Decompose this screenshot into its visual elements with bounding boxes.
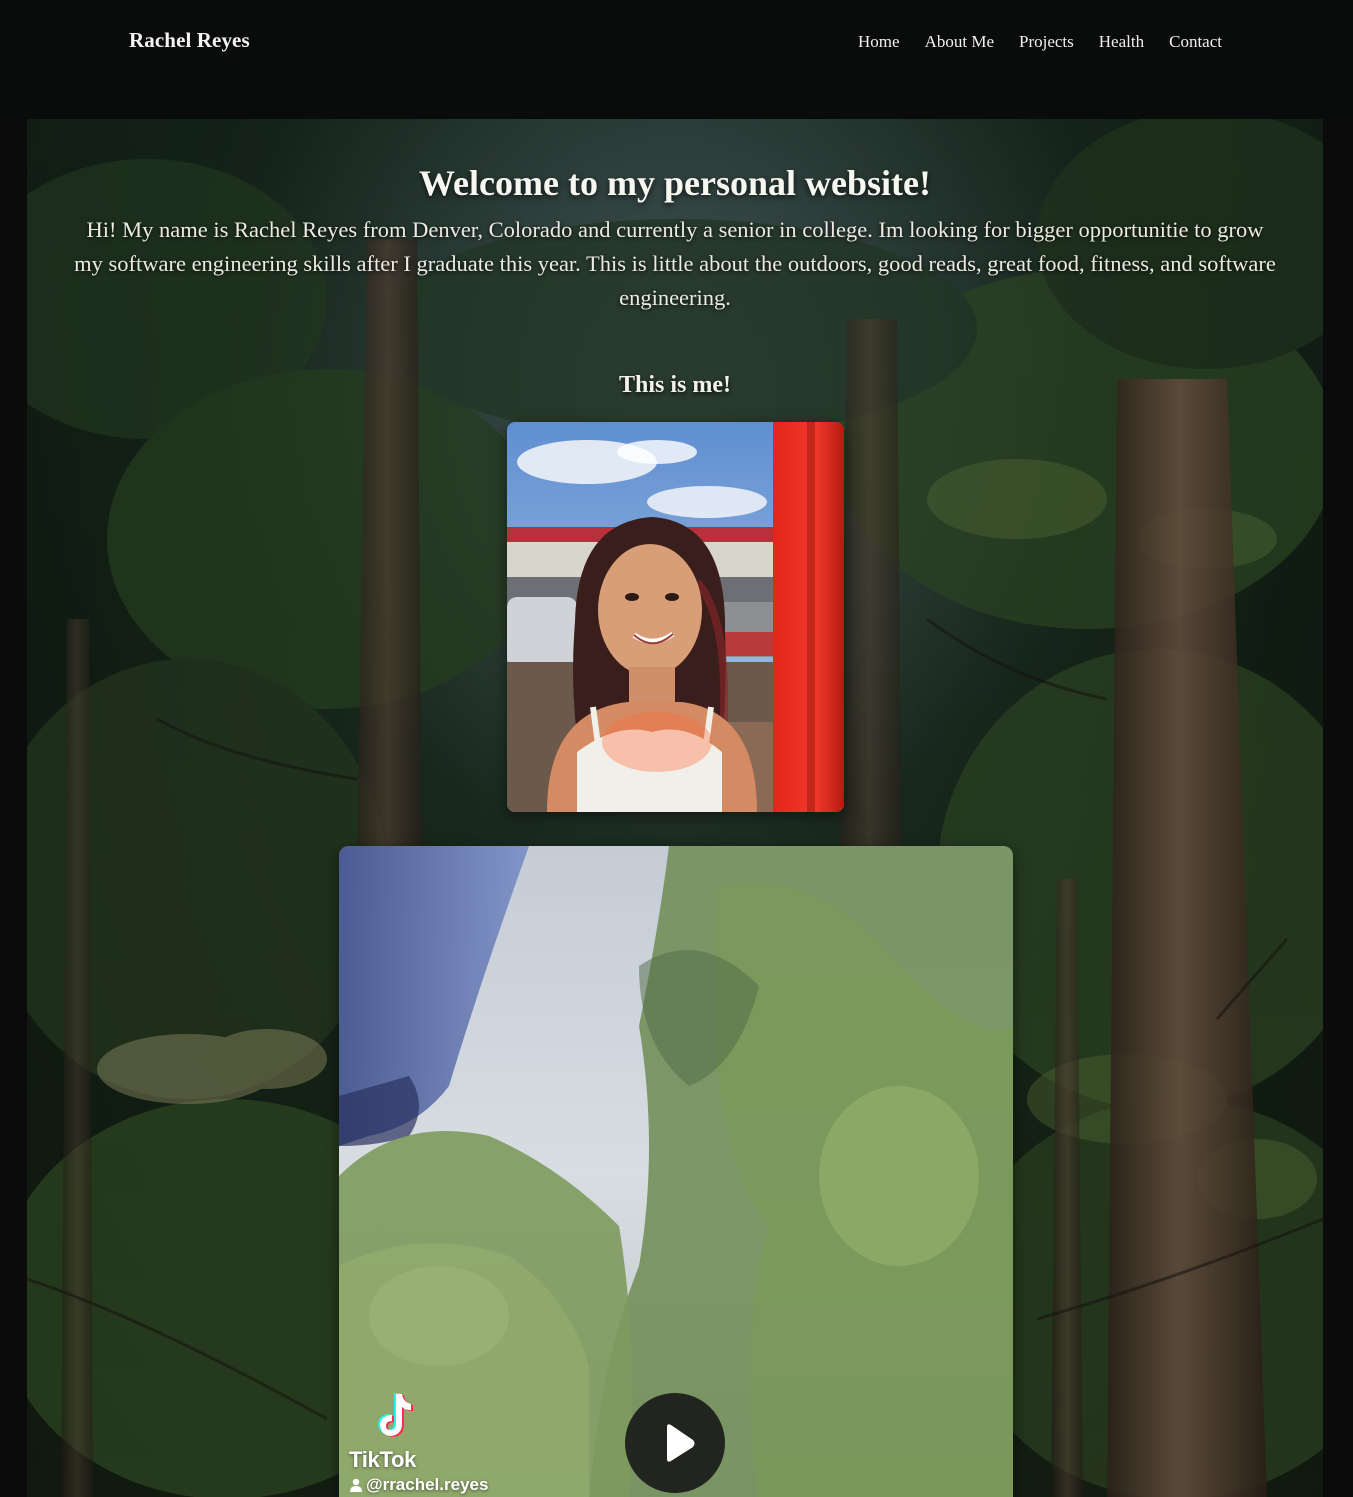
profile-photo-image <box>507 422 844 812</box>
right-margin <box>1323 0 1353 1497</box>
play-button[interactable] <box>625 1393 725 1493</box>
play-icon <box>667 1424 695 1462</box>
site-header: Rachel Reyes Home About Me Projects Heal… <box>0 0 1353 119</box>
main-nav: Home About Me Projects Health Contact <box>858 32 1222 52</box>
tiktok-wordmark: TikTok <box>349 1447 417 1472</box>
tiktok-logo-icon <box>378 1393 413 1437</box>
tiktok-video-embed[interactable]: TikTok @rrachel.reyes <box>339 846 1013 1497</box>
nav-link-about-me[interactable]: About Me <box>925 32 994 52</box>
photo-heading: This is me! <box>618 372 731 398</box>
page-title: Welcome to my personal website! <box>419 163 931 203</box>
tiktok-handle[interactable]: @rrachel.reyes <box>349 1475 488 1495</box>
nav-link-health[interactable]: Health <box>1099 32 1144 52</box>
tiktok-handle-text: @rrachel.reyes <box>366 1475 489 1494</box>
hero-section: Welcome to my personal website! Hi! My n… <box>27 119 1323 1497</box>
nav-link-home[interactable]: Home <box>858 32 900 52</box>
site-brand[interactable]: Rachel Reyes <box>129 28 250 53</box>
nav-link-projects[interactable]: Projects <box>1019 32 1074 52</box>
nav-link-contact[interactable]: Contact <box>1169 32 1222 52</box>
left-margin <box>0 0 27 1497</box>
intro-paragraph: Hi! My name is Rachel Reyes from Denver,… <box>74 217 1276 310</box>
profile-photo <box>507 422 844 812</box>
user-icon <box>350 1478 362 1492</box>
page: Rachel Reyes Home About Me Projects Heal… <box>0 0 1353 1497</box>
